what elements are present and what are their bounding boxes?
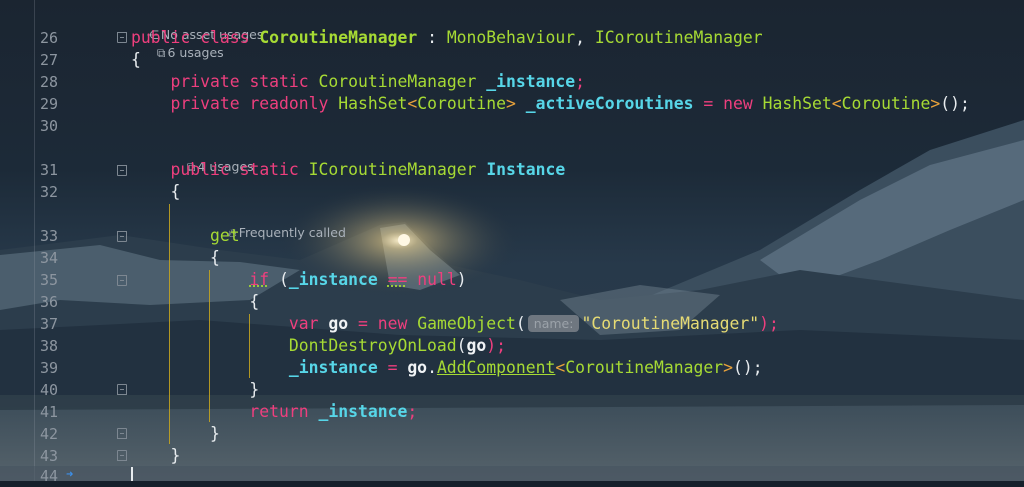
line-number: 30 — [39, 117, 58, 135]
code-line-42[interactable]: 42 } — [0, 423, 1024, 445]
code-text: { — [249, 292, 260, 311]
code-line-26[interactable]: 26 public class CoroutineManager : MonoB… — [0, 27, 1024, 49]
code-text: private readonly HashSet<Coroutine> _act… — [170, 94, 970, 113]
line-number: 37 — [39, 315, 58, 333]
code-line-44[interactable]: 44 — [0, 463, 1024, 485]
line-number: 36 — [39, 293, 58, 311]
code-line-28[interactable]: 28 private static CoroutineManager _inst… — [0, 71, 1024, 93]
code-text: _instance = go.AddComponent<CoroutineMan… — [288, 358, 763, 377]
line-number: 38 — [39, 337, 58, 355]
code-text: } — [249, 380, 260, 399]
line-number: 29 — [39, 95, 58, 113]
code-text: get — [209, 226, 240, 245]
arrow-right-icon[interactable]: ➜ — [66, 468, 73, 481]
text-caret — [131, 467, 133, 481]
indent-guide — [249, 314, 250, 378]
code-line-27[interactable]: 27 { — [0, 49, 1024, 71]
code-line-34[interactable]: 34 { — [0, 247, 1024, 269]
fold-toggle-icon[interactable] — [117, 165, 127, 176]
code-text: var go = new GameObject(name: "CoroutineM… — [288, 314, 779, 333]
line-number: 42 — [39, 425, 58, 443]
code-line-38[interactable]: 38 DontDestroyOnLoad(go); — [0, 335, 1024, 357]
code-text: private static CoroutineManager _instanc… — [170, 72, 585, 91]
line-number: 33 — [39, 227, 58, 245]
code-line-41[interactable]: 41 return _instance; — [0, 401, 1024, 423]
code-text: public class CoroutineManager : MonoBeha… — [131, 28, 763, 47]
fold-toggle-icon[interactable] — [117, 275, 127, 286]
code-line-37[interactable]: 37 var go = new GameObject(name: "Corouti… — [0, 313, 1024, 335]
fold-toggle-icon[interactable] — [117, 384, 127, 395]
fold-toggle-icon[interactable] — [117, 428, 127, 439]
fold-toggle-icon[interactable] — [117, 231, 127, 242]
line-number: 27 — [39, 51, 58, 69]
code-text: return _instance; — [249, 402, 418, 421]
fold-toggle-icon[interactable] — [117, 32, 127, 43]
line-number: 35 — [39, 271, 58, 289]
code-text: public static ICoroutineManager Instance — [170, 160, 566, 179]
line-number: 31 — [39, 161, 58, 179]
code-line-35[interactable]: 35 if (_instance == null) — [0, 269, 1024, 291]
code-text: { — [170, 182, 181, 201]
line-number: 39 — [39, 359, 58, 377]
fold-toggle-icon[interactable] — [117, 450, 127, 461]
indent-guide — [209, 270, 210, 422]
code-text: { — [131, 50, 141, 69]
code-text: { — [209, 248, 220, 267]
code-editor[interactable]: ⋲ No asset usages ⧉ 6 usages 26 public cla… — [0, 0, 1024, 485]
parameter-name-hint: name: — [527, 315, 580, 332]
line-number: 32 — [39, 183, 58, 201]
code-line-36[interactable]: 36 { — [0, 291, 1024, 313]
line-number: 41 — [39, 403, 58, 421]
line-number: 28 — [39, 73, 58, 91]
code-line-29[interactable]: 29 private readonly HashSet<Coroutine> _… — [0, 93, 1024, 115]
line-number: 26 — [39, 29, 58, 47]
line-number: 40 — [39, 381, 58, 399]
code-line-40[interactable]: 40 } — [0, 379, 1024, 401]
code-line-32[interactable]: 32 { — [0, 181, 1024, 203]
code-text: } — [209, 424, 220, 443]
line-number: 34 — [39, 249, 58, 267]
code-line-30[interactable]: 30 — [0, 115, 1024, 137]
code-line-39[interactable]: 39 _instance = go.AddComponent<Coroutine… — [0, 357, 1024, 379]
code-line-31[interactable]: 31 public static ICoroutineManager Insta… — [0, 159, 1024, 181]
indent-guide — [169, 204, 170, 444]
code-text: if (_instance == null) — [249, 270, 467, 289]
code-text: DontDestroyOnLoad(go); — [288, 336, 507, 355]
line-number: 44 — [39, 467, 58, 485]
code-line-33[interactable]: 33 get — [0, 225, 1024, 247]
